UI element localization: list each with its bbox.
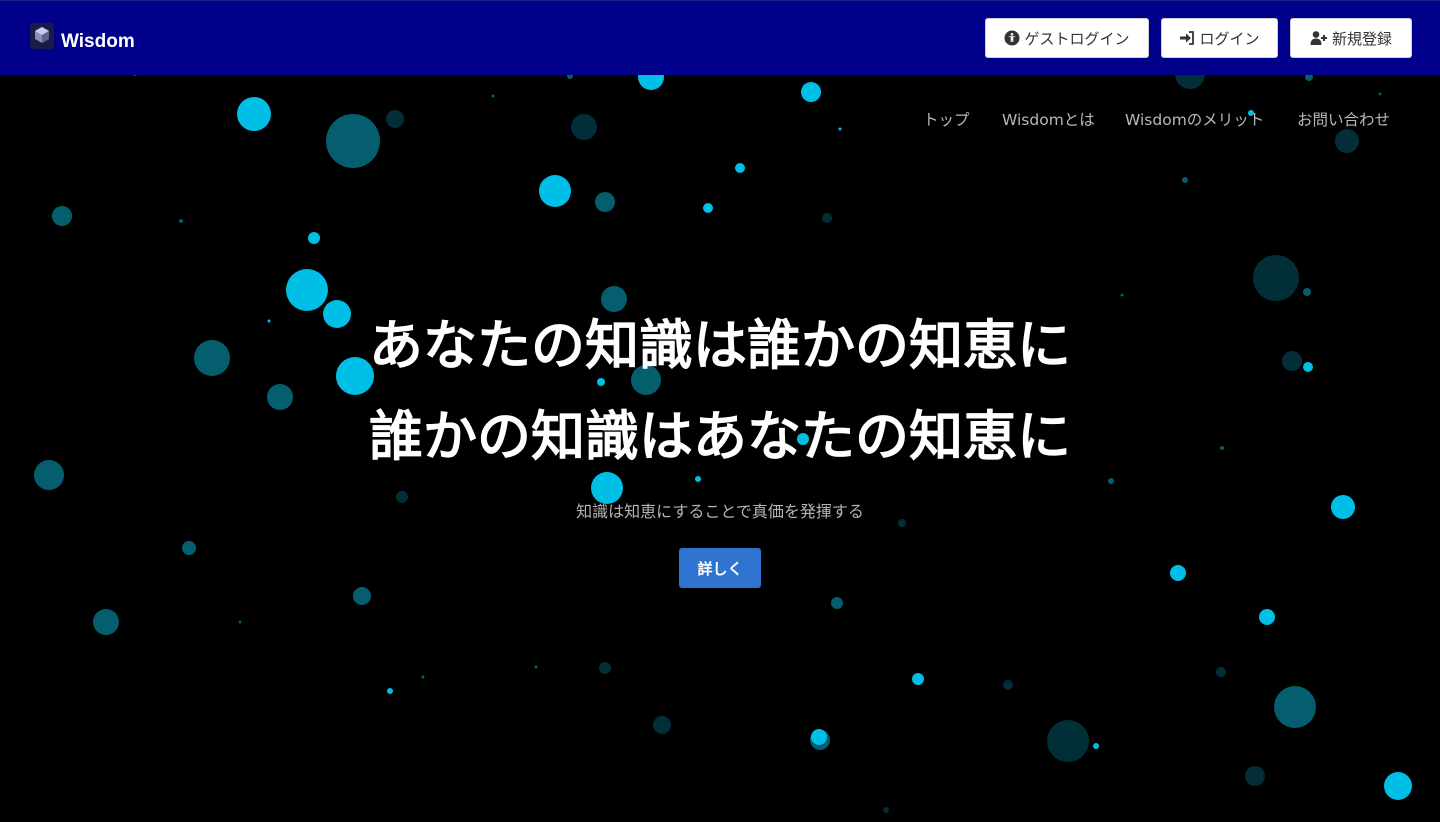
guest-login-label: ゲストログイン (1024, 29, 1130, 48)
hero-subtitle: 知識は知恵にすることで真価を発揮する (576, 502, 864, 521)
particle (238, 620, 242, 624)
particle (801, 82, 821, 102)
particle (133, 75, 137, 76)
particle (838, 127, 842, 131)
particle (1335, 129, 1359, 153)
particle (286, 269, 328, 311)
nav-item-merits[interactable]: Wisdomのメリット (1125, 108, 1264, 130)
signup-label: 新規登録 (1331, 29, 1392, 48)
user-plus-icon (1310, 31, 1327, 45)
particle (1259, 609, 1275, 625)
particle (1175, 75, 1205, 89)
particle (52, 206, 72, 226)
particle (421, 675, 425, 679)
particle (1108, 478, 1114, 484)
particle (93, 609, 119, 635)
particle (1170, 565, 1186, 581)
particle (1253, 255, 1299, 301)
nav-item-top[interactable]: トップ (923, 108, 970, 130)
login-button[interactable]: ログイン (1161, 18, 1278, 58)
particle (567, 75, 573, 79)
particle (1047, 720, 1089, 762)
particle (1303, 288, 1311, 296)
particle (703, 203, 713, 213)
particle (1120, 293, 1124, 297)
login-label: ログイン (1199, 29, 1260, 48)
particle (883, 807, 889, 813)
top-header: Wisdom ゲストログイン ログイン 新規登録 (0, 0, 1440, 75)
particle (1182, 177, 1188, 183)
particle (735, 163, 745, 173)
particle (601, 286, 627, 312)
particle (831, 597, 843, 609)
nav-item-about[interactable]: Wisdomとは (1002, 108, 1095, 130)
particle (1384, 772, 1412, 800)
particle (912, 673, 924, 685)
particle (308, 232, 320, 244)
particle (182, 541, 196, 555)
particle (1003, 680, 1013, 690)
particle (571, 114, 597, 140)
accessibility-icon (1004, 30, 1020, 46)
particle (599, 662, 611, 674)
particle (638, 75, 664, 90)
details-button[interactable]: 詳しく (679, 548, 761, 588)
particle (811, 729, 827, 745)
particle (1305, 75, 1313, 81)
particle (1245, 766, 1265, 786)
brand-name[interactable]: Wisdom (61, 31, 135, 53)
particle (653, 716, 671, 734)
particle (1216, 667, 1226, 677)
particle (491, 94, 495, 98)
particle (386, 110, 404, 128)
particle (539, 175, 571, 207)
signup-button[interactable]: 新規登録 (1290, 18, 1412, 58)
particle (695, 476, 701, 482)
guest-login-button[interactable]: ゲストログイン (985, 18, 1149, 58)
particle (237, 97, 271, 131)
nav-item-contact[interactable]: お問い合わせ (1297, 108, 1390, 130)
sign-in-icon (1180, 31, 1195, 45)
particle (597, 378, 605, 386)
particle (1378, 92, 1382, 96)
particle (534, 665, 538, 669)
particle (387, 688, 393, 694)
particle (822, 213, 832, 223)
particle (1093, 743, 1099, 749)
particle (1274, 686, 1316, 728)
particle (179, 219, 183, 223)
particle (353, 587, 371, 605)
cube-logo-icon[interactable] (30, 23, 54, 49)
particle (326, 114, 380, 168)
particle (595, 192, 615, 212)
hero-heading-line-1: あなたの知識は誰かの知恵に (369, 314, 1071, 377)
hero-heading-line-2: 誰かの知識はあなたの知恵に (369, 405, 1071, 468)
